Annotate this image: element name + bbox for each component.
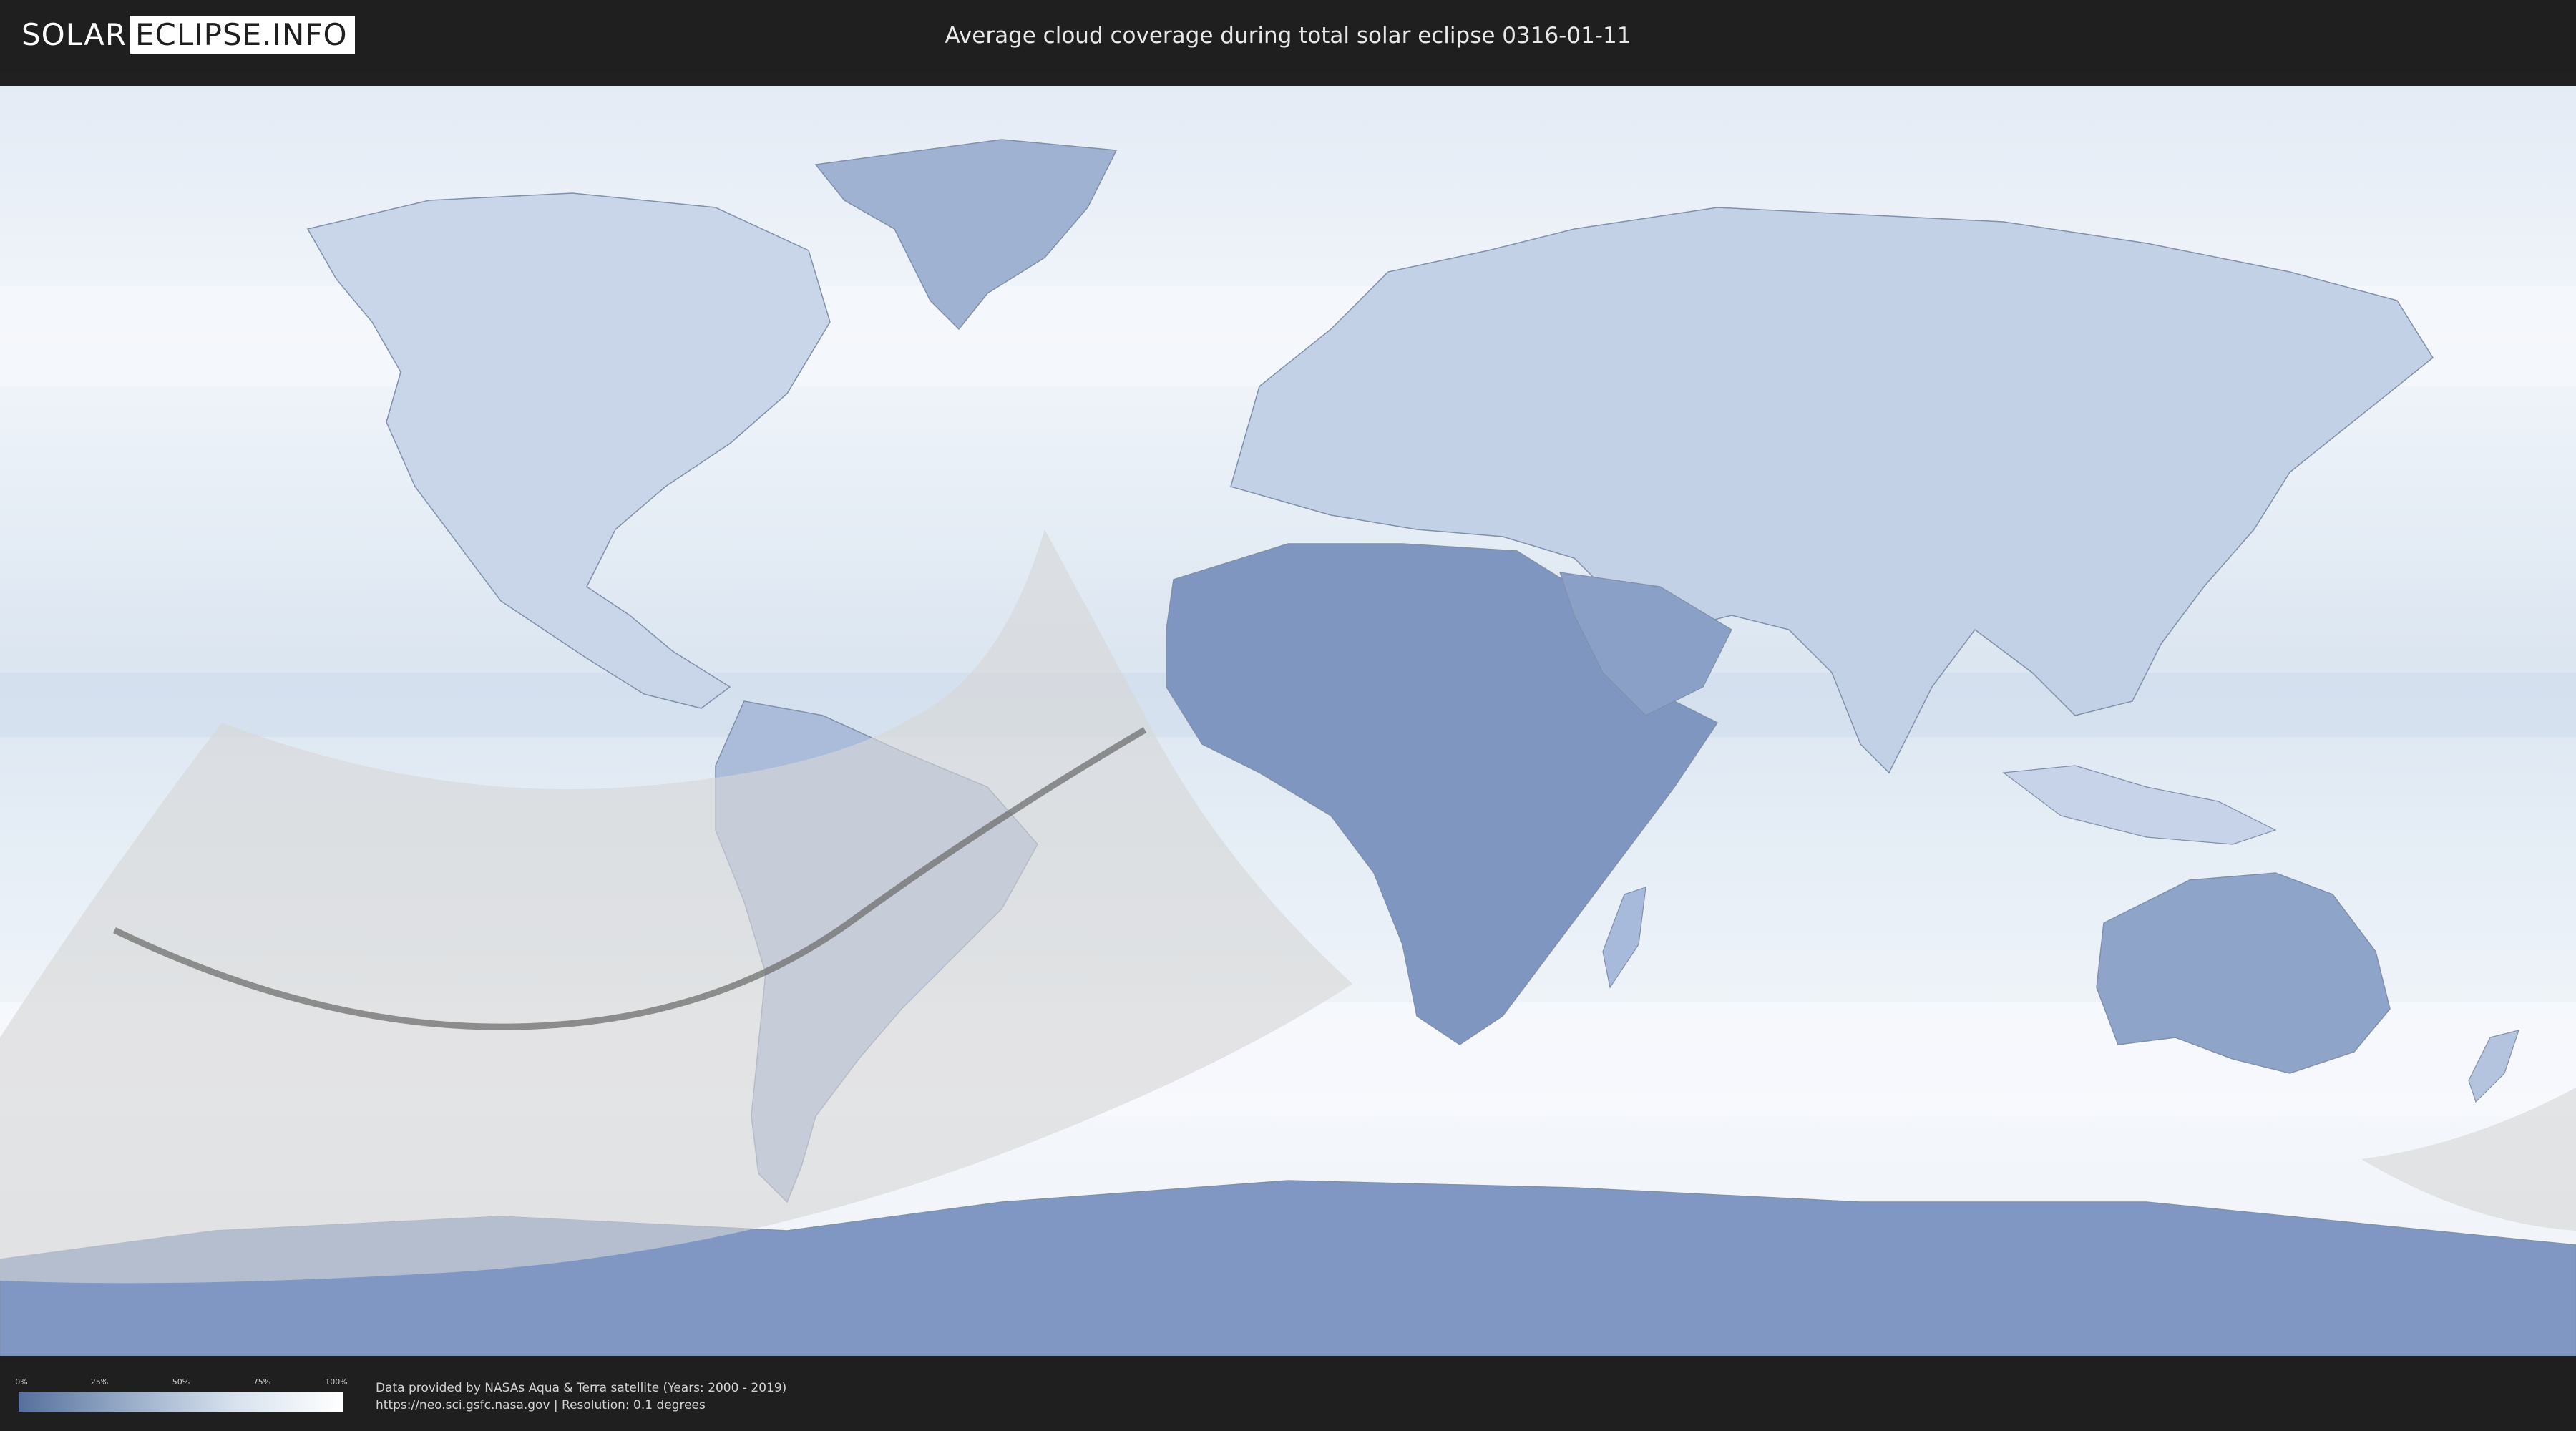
legend-tick-75: 75%: [253, 1377, 271, 1387]
legend-tick-25: 25%: [90, 1377, 109, 1387]
cloud-coverage-legend-bar: [19, 1392, 343, 1412]
legend-tick-100: 100%: [325, 1377, 348, 1387]
legend-tick-labels: 0% 25% 50% 75% 100%: [15, 1377, 348, 1387]
credits-line-1: Data provided by NASAs Aqua & Terra sate…: [376, 1381, 787, 1395]
cloud-coverage-map: [0, 86, 2576, 1356]
legend-tick-0: 0%: [15, 1377, 28, 1387]
data-credits: Data provided by NASAs Aqua & Terra sate…: [376, 1379, 786, 1414]
legend-tick-50: 50%: [172, 1377, 190, 1387]
header-bar: SOLAR ECLIPSE.INFO Average cloud coverag…: [0, 0, 2576, 72]
page-title: Average cloud coverage during total sola…: [945, 23, 1631, 49]
credits-line-2: https://neo.sci.gsfc.nasa.gov | Resoluti…: [376, 1398, 706, 1412]
